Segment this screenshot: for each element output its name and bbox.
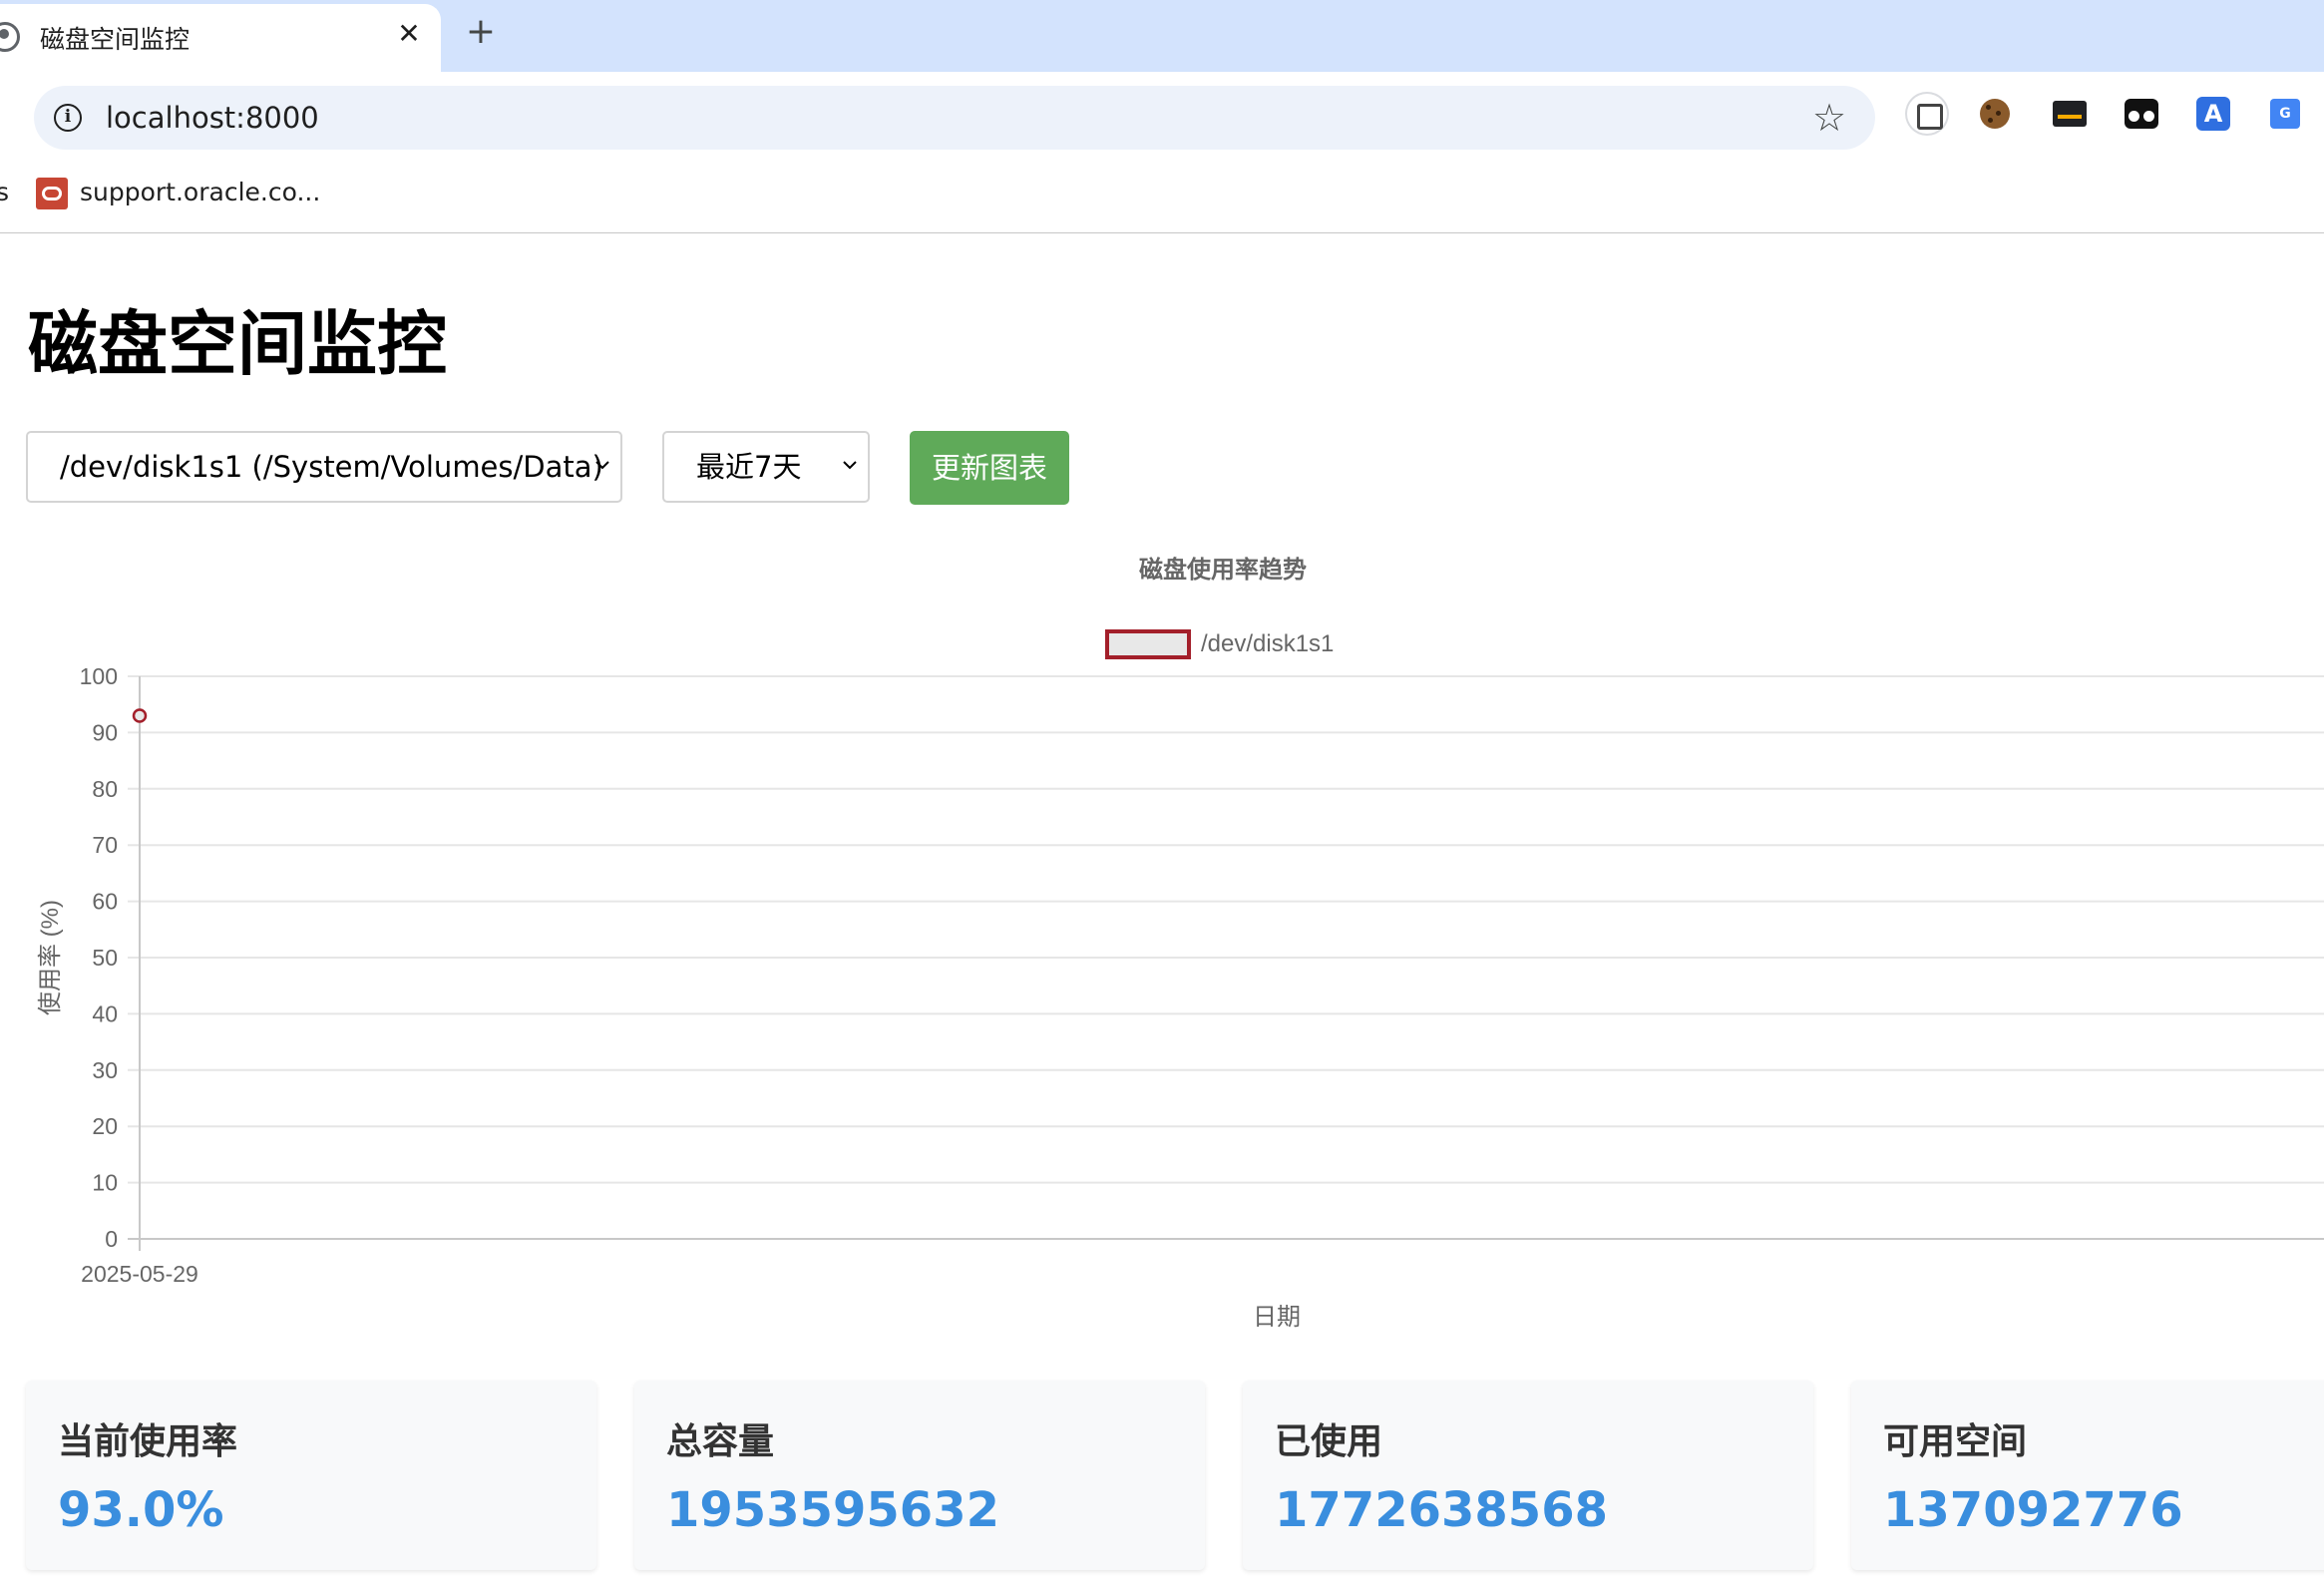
y-tick-label: 0 <box>105 1226 118 1252</box>
y-tick-label: 40 <box>92 1000 118 1026</box>
extension-translate-a-icon[interactable]: A <box>2196 97 2230 131</box>
bookmark-item-partial[interactable]: s <box>0 178 9 206</box>
stat-label: 当前使用率 <box>58 1421 238 1462</box>
extension-google-translate-icon[interactable]: G <box>2270 99 2300 129</box>
legend-swatch <box>1105 629 1191 659</box>
y-tick-label: 70 <box>92 832 118 858</box>
y-axis-title: 使用率 (%) <box>37 900 64 1015</box>
extension-terminal-icon[interactable] <box>2053 101 2087 127</box>
y-tick-label: 50 <box>92 945 118 971</box>
oracle-icon <box>36 178 68 209</box>
extension-reader-icon[interactable] <box>1907 94 1947 134</box>
disk-select[interactable]: /dev/disk1s1 (/System/Volumes/Data) <box>26 431 622 503</box>
bookmark-item-oracle[interactable]: support.oracle.co... <box>80 178 320 206</box>
y-tick-label: 80 <box>92 776 118 802</box>
data-point <box>132 708 148 723</box>
stat-value: 1772638568 <box>1275 1482 1608 1538</box>
y-tick-label: 100 <box>80 663 118 689</box>
stat-value: 1953595632 <box>666 1482 999 1538</box>
site-info-icon[interactable]: i <box>54 104 82 132</box>
bookmarks-bar: s support.oracle.co... <box>0 162 2324 233</box>
extension-tampermonkey-icon[interactable] <box>2125 99 2158 129</box>
disk-select-value: /dev/disk1s1 (/System/Volumes/Data) <box>60 450 603 484</box>
stat-label: 可用空间 <box>1883 1421 2028 1462</box>
stat-card-free: 可用空间 137092776 <box>1851 1381 2324 1570</box>
stat-card-used: 已使用 1772638568 <box>1243 1381 1813 1570</box>
chevron-down-icon <box>595 461 609 470</box>
range-select-value: 最近7天 <box>696 450 802 484</box>
y-tick-label: 90 <box>92 719 118 745</box>
extension-cookie-icon[interactable] <box>1980 99 2010 129</box>
bookmark-star-icon[interactable]: ☆ <box>1807 96 1851 140</box>
close-tab-icon[interactable]: ✕ <box>393 18 425 50</box>
url-text[interactable]: localhost:8000 <box>106 101 319 135</box>
usage-chart: 磁盘使用率趋势/dev/disk1s1 0 10 20 30 40 50 60 70 80 90 10… <box>0 539 2324 1347</box>
browser-tab-active[interactable]: 磁盘空间监控 ✕ <box>0 4 441 72</box>
globe-icon <box>0 22 20 52</box>
stat-value: 93.0% <box>58 1482 224 1538</box>
stat-card-usage: 当前使用率 93.0% <box>26 1381 596 1570</box>
tab-title: 磁盘空间监控 <box>40 25 191 54</box>
usage-chart-svg: 磁盘使用率趋势/dev/disk1s1 0 10 20 30 40 50 60 70 80 90 10… <box>37 556 2324 1331</box>
chevron-down-icon <box>843 461 857 470</box>
y-tick-label: 30 <box>92 1057 118 1083</box>
chart-title: 磁盘使用率趋势 <box>1139 556 1307 584</box>
y-tick-label: 20 <box>92 1113 118 1139</box>
new-tab-button[interactable]: + <box>461 12 501 52</box>
y-tick-label: 60 <box>92 889 118 915</box>
x-axis-title: 日期 <box>1253 1304 1301 1331</box>
y-tick-label: 10 <box>92 1170 118 1196</box>
update-chart-button[interactable]: 更新图表 <box>910 431 1069 505</box>
legend-label: /dev/disk1s1 <box>1201 630 1334 657</box>
stat-label: 总容量 <box>666 1421 775 1462</box>
tab-strip: 磁盘空间监控 ✕ + <box>0 0 2324 72</box>
page-title: 磁盘空间监控 <box>28 303 447 385</box>
browser-toolbar: i localhost:8000 ☆ A G <box>0 72 2324 162</box>
x-tick-label: 2025-05-29 <box>81 1261 198 1287</box>
stat-label: 已使用 <box>1275 1421 1383 1462</box>
address-bar[interactable]: i localhost:8000 ☆ <box>34 86 1875 150</box>
range-select[interactable]: 最近7天 <box>662 431 870 503</box>
stat-value: 137092776 <box>1883 1482 2183 1538</box>
stat-card-total: 总容量 1953595632 <box>634 1381 1205 1570</box>
